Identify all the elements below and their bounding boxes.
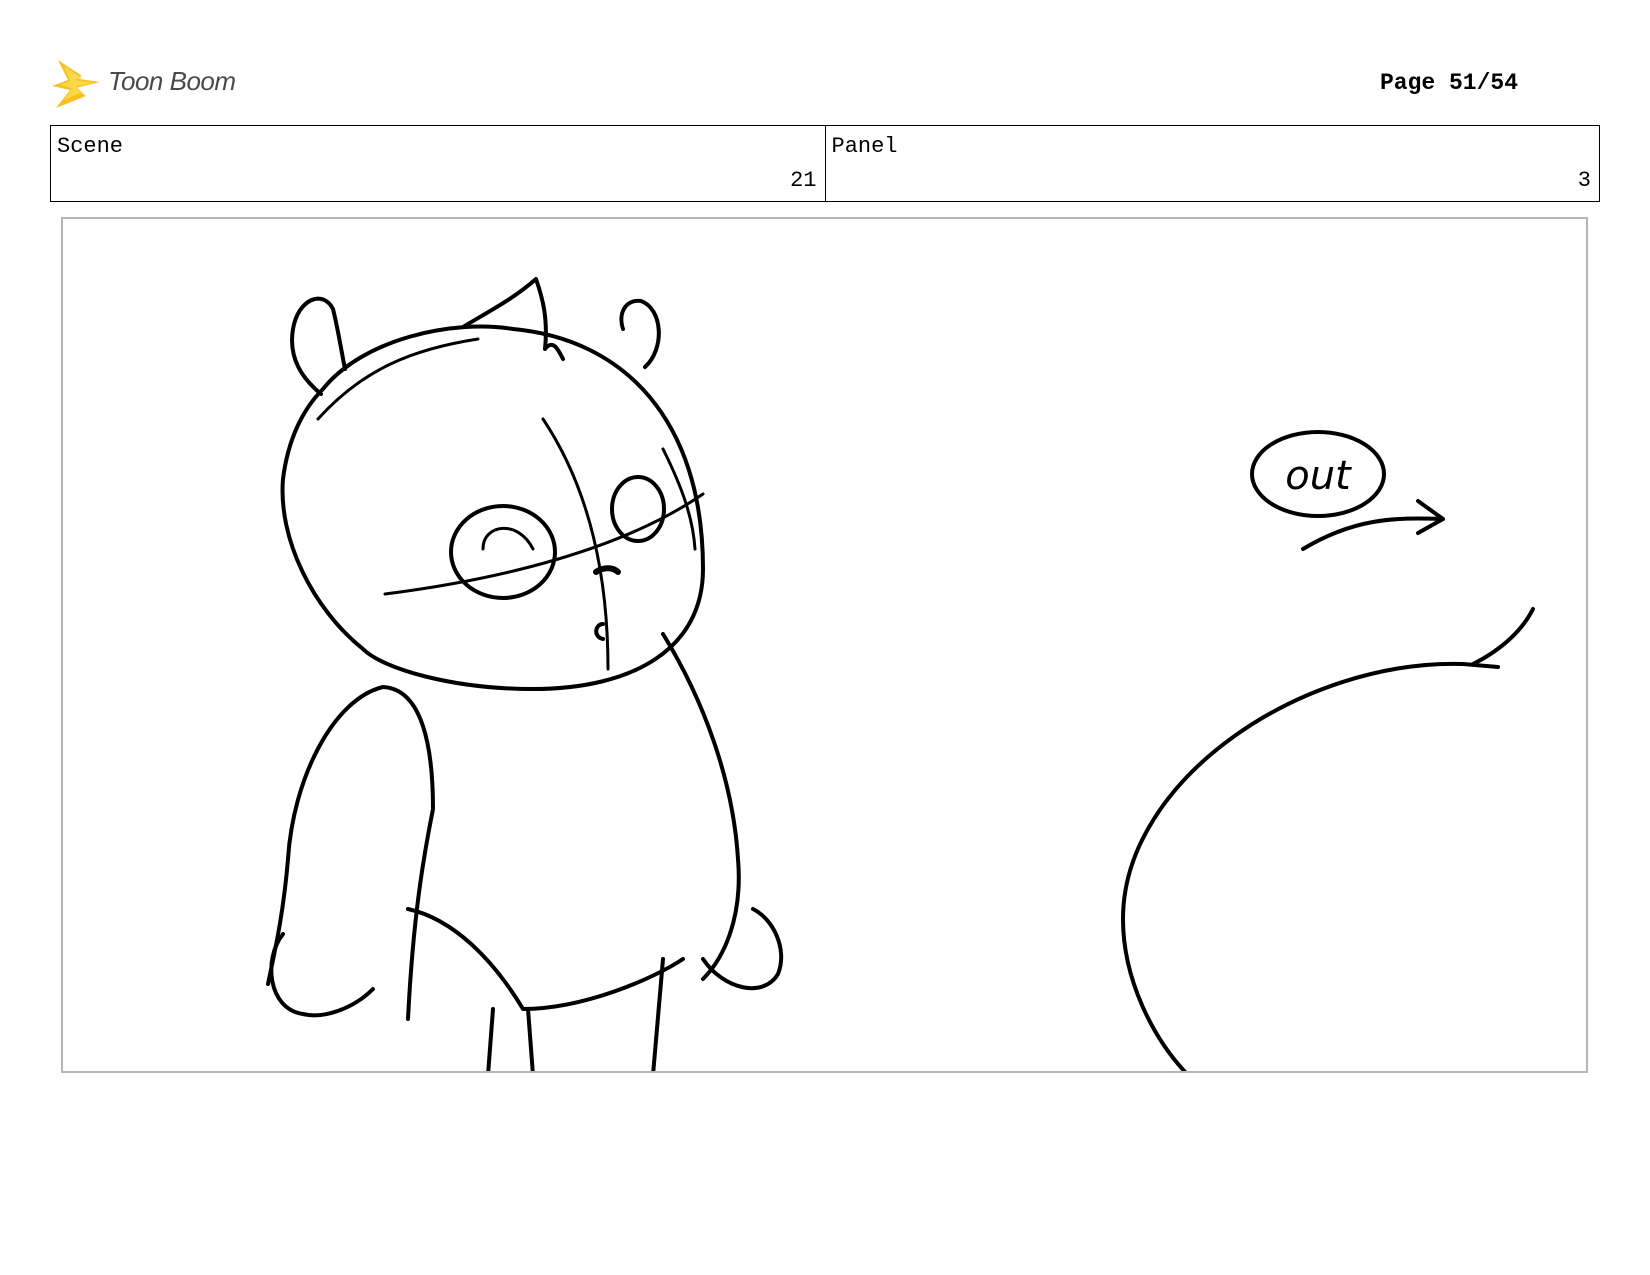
right-arrow-icon bbox=[1301, 499, 1445, 551]
bear-tuft bbox=[461, 277, 565, 361]
bear-head-hatch bbox=[316, 337, 697, 551]
bear-left-pupil bbox=[481, 526, 535, 551]
toon-boom-logo: Toon Boom bbox=[52, 56, 262, 114]
round-character-body bbox=[1121, 661, 1500, 1071]
bear-sketch bbox=[266, 277, 784, 1071]
panel-cell: Panel 3 bbox=[824, 126, 1600, 201]
scene-value: 21 bbox=[790, 168, 817, 193]
logo-text: Toon Boom bbox=[108, 66, 236, 96]
bear-mouth bbox=[594, 622, 605, 641]
panel-label: Panel bbox=[831, 134, 898, 159]
bear-body-right bbox=[661, 632, 741, 981]
scene-cell: Scene 21 bbox=[51, 126, 825, 201]
bear-right-ear bbox=[619, 298, 661, 369]
bear-right-hand bbox=[701, 907, 784, 991]
bear-body-left bbox=[266, 685, 435, 1021]
bear-belly bbox=[406, 907, 685, 1011]
out-annotation: out bbox=[1250, 430, 1445, 551]
page-number: Page 51/54 bbox=[1379, 70, 1518, 96]
round-character-sketch bbox=[1121, 607, 1535, 1071]
out-text: out bbox=[1285, 453, 1352, 499]
panel-value: 3 bbox=[1577, 168, 1591, 193]
scene-panel-table: Scene 21 Panel 3 bbox=[50, 125, 1600, 202]
starburst-icon bbox=[52, 60, 100, 108]
panel-sketch: out bbox=[266, 277, 1535, 1071]
scene-label: Scene bbox=[57, 134, 124, 159]
bear-legs bbox=[486, 957, 665, 1071]
bear-nose bbox=[593, 565, 621, 575]
bear-left-eye bbox=[449, 504, 557, 600]
round-character-head bbox=[1471, 607, 1535, 666]
bear-left-hand bbox=[269, 932, 375, 1018]
storyboard-panel-frame: out bbox=[61, 217, 1588, 1073]
bear-left-ear bbox=[290, 296, 347, 396]
